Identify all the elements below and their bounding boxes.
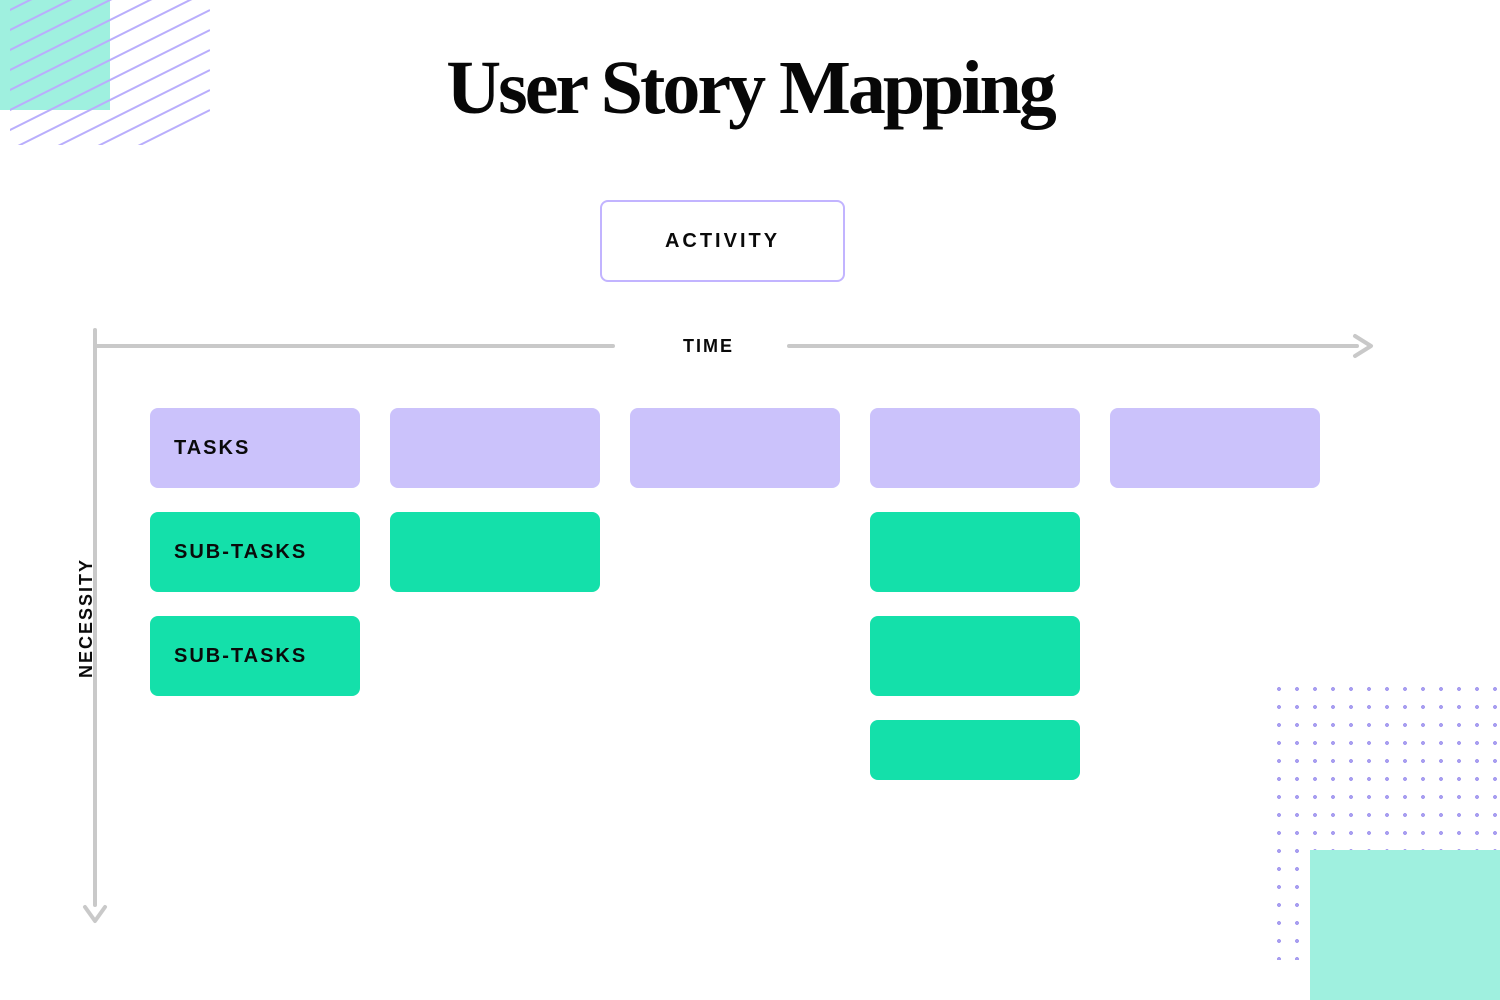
page-title: User Story Mapping [0,45,1500,132]
arrow-right-icon [1351,332,1379,360]
axis-time-label: TIME [683,336,734,357]
subtask-card [870,616,1080,696]
card-label: TASKS [174,437,250,460]
subtask-card [390,512,600,592]
card-label: SUB-TASKS [174,645,307,668]
story-map-grid: TASKS SUB-TASKS SUB-TASKS [150,408,1380,800]
card-label: SUB-TASKS [174,541,307,564]
activity-box: ACTIVITY [600,200,845,282]
task-card [630,408,840,488]
task-card [870,408,1080,488]
task-card: TASKS [150,408,360,488]
task-card [390,408,600,488]
arrow-down-icon [81,899,109,927]
subtask-card: SUB-TASKS [150,616,360,696]
axis-time-line-left [95,344,615,348]
diagram-canvas: User Story Mapping ACTIVITY TIME NECESSI… [0,0,1500,1000]
subtask-card [870,512,1080,592]
subtask-card: SUB-TASKS [150,512,360,592]
axis-time: TIME [95,330,1375,370]
decoration-mint-square-bottom [1310,850,1500,1000]
axis-time-line-right [787,344,1359,348]
page-title-text: User Story Mapping [446,46,1054,130]
axis-necessity: NECESSITY [80,328,120,923]
task-card [1110,408,1320,488]
activity-label: ACTIVITY [665,230,780,253]
axis-necessity-label: NECESSITY [76,558,97,678]
subtask-card [870,720,1080,780]
